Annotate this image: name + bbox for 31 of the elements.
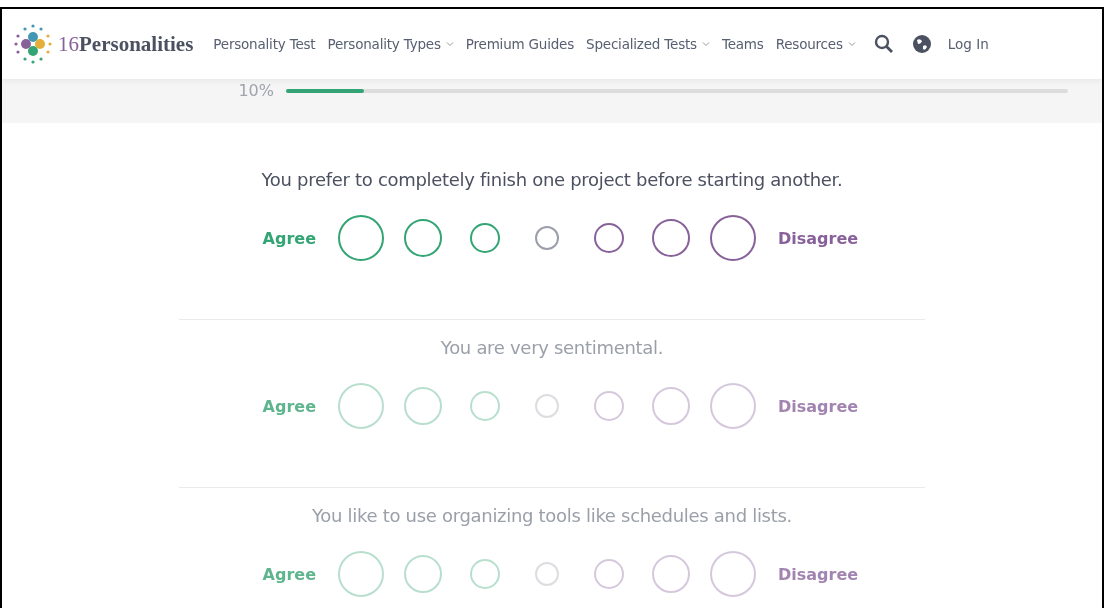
agree-label: Agree: [261, 396, 316, 416]
question-text: You are very sentimental.: [440, 337, 664, 358]
disagree-label: Disagree: [778, 228, 858, 248]
logo-text[interactable]: 16Personalities: [58, 31, 194, 57]
answer-option[interactable]: [652, 219, 690, 257]
answer-option[interactable]: [404, 219, 442, 257]
caret-icon[interactable]: [445, 41, 454, 47]
nav-link[interactable]: Personality Types: [327, 36, 454, 52]
globe-icon[interactable]: [911, 34, 932, 54]
login-link[interactable]: Log In: [947, 36, 989, 52]
search-icon[interactable]: [873, 34, 894, 54]
nav-link[interactable]: Specialized Tests: [586, 36, 710, 52]
question-text: You like to use organizing tools like schedules and lists.: [312, 505, 792, 526]
agree-label: Agree: [261, 228, 316, 248]
question-text: You prefer to completely finish one project before starting another.: [261, 169, 843, 190]
nav-link[interactable]: Resources: [775, 36, 856, 52]
answer-option[interactable]: [710, 215, 756, 261]
answer-option[interactable]: [535, 226, 559, 250]
answer-option[interactable]: [338, 215, 384, 261]
nav-link[interactable]: Premium Guides: [465, 36, 575, 52]
logo-icon[interactable]: [12, 23, 54, 65]
nav-link[interactable]: Personality Test: [213, 36, 316, 52]
nav-link[interactable]: Teams: [721, 36, 764, 52]
progress-reading: 10%: [237, 81, 274, 100]
caret-icon[interactable]: [701, 41, 710, 47]
agree-label: Agree: [261, 564, 316, 584]
answer-option[interactable]: [470, 223, 500, 253]
disagree-label: Disagree: [778, 396, 858, 416]
disagree-label: Disagree: [778, 564, 858, 584]
answer-option[interactable]: [594, 223, 624, 253]
caret-icon[interactable]: [847, 41, 856, 47]
